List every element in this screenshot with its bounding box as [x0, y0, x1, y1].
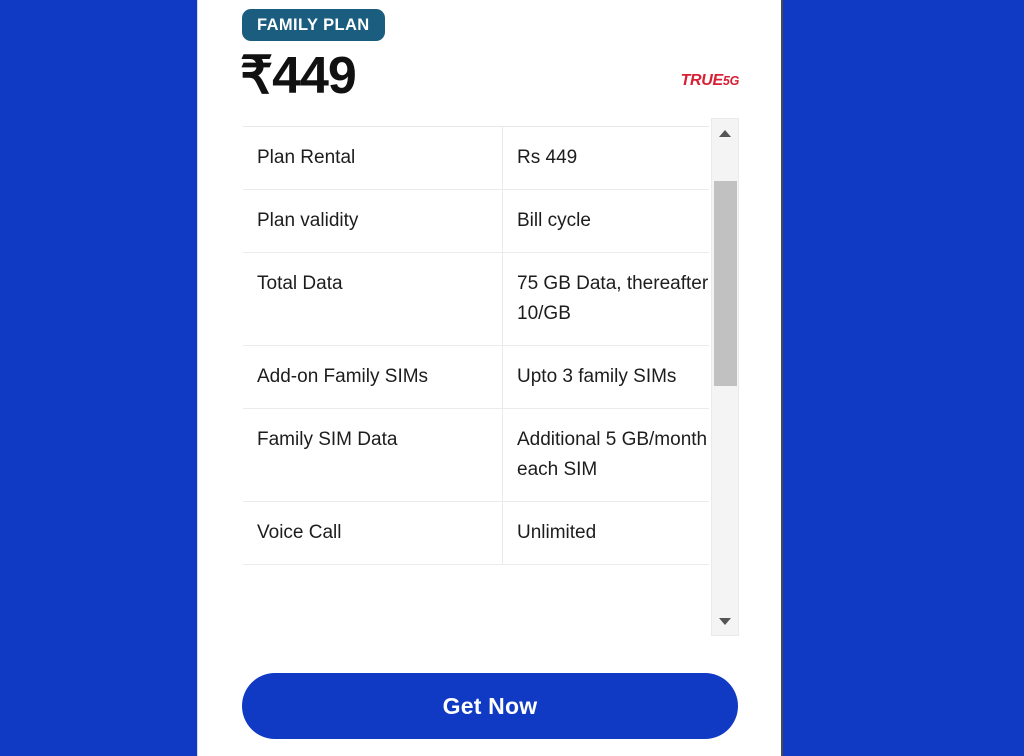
- table-cell-label: Voice Call: [243, 501, 503, 565]
- scrollbar-thumb[interactable]: [714, 181, 737, 386]
- true5g-logo-prefix: TRUE: [680, 72, 724, 89]
- table-cell-value: Additional 5 GB/month with each SIM: [502, 408, 709, 502]
- triangle-up-glyph: [719, 129, 731, 137]
- page-title-plan-price: ₹449: [240, 47, 357, 105]
- table-cell-value: Rs 449: [502, 127, 709, 190]
- plan-card: FAMILY PLAN ₹449 TRUE5G Plan Rental Rs 44…: [197, 0, 783, 756]
- table-cell-label: Plan validity: [243, 189, 503, 253]
- table-cell-value: Unlimited: [502, 501, 709, 565]
- table-cell-label: Plan Rental: [243, 127, 503, 190]
- table-cell-label: Total Data: [243, 252, 503, 346]
- true5g-logo: TRUE5G: [680, 72, 740, 90]
- spec-table-viewport: Plan Rental Rs 449 Plan validity Bill cycle…: [243, 126, 709, 636]
- plan-spec-table: Plan Rental Rs 449 Plan validity Bill cycle…: [243, 127, 709, 565]
- status-badge-family-plan: FAMILY PLAN: [242, 9, 385, 41]
- card-header: FAMILY PLAN ₹449 TRUE5G: [198, 0, 781, 118]
- true5g-logo-suffix: 5G: [722, 74, 739, 88]
- plan-spec-table-body: Plan Rental Rs 449 Plan validity Bill cycle…: [243, 127, 709, 565]
- triangle-down-icon[interactable]: [712, 608, 738, 634]
- table-row: Plan Rental Rs 449: [243, 127, 709, 190]
- table-row: Total Data75 GB Data, thereafter Rs 10/G…: [243, 252, 709, 346]
- triangle-up-icon[interactable]: [712, 120, 738, 146]
- table-row: Add-on Family SIMs Upto 3 family SIMs: [243, 345, 709, 409]
- get-now-button[interactable]: Get Now: [242, 673, 738, 739]
- table-cell-label: Family SIM Data: [243, 408, 503, 502]
- table-row: Voice Call Unlimited: [243, 501, 709, 565]
- table-row: Family SIM DataAdditional 5 GB/month wit…: [243, 408, 709, 502]
- table-cell-value: Upto 3 family SIMs: [502, 345, 709, 409]
- table-row: Plan validity Bill cycle: [243, 189, 709, 253]
- triangle-down-glyph: [719, 617, 731, 625]
- spec-scroll-region: Plan Rental Rs 449 Plan validity Bill cycle…: [243, 118, 739, 636]
- spec-table-scrollbar[interactable]: [711, 118, 739, 636]
- table-cell-value: Bill cycle: [502, 189, 709, 253]
- table-cell-label: Add-on Family SIMs: [243, 345, 503, 409]
- table-cell-value: 75 GB Data, thereafter Rs 10/GB: [502, 252, 709, 346]
